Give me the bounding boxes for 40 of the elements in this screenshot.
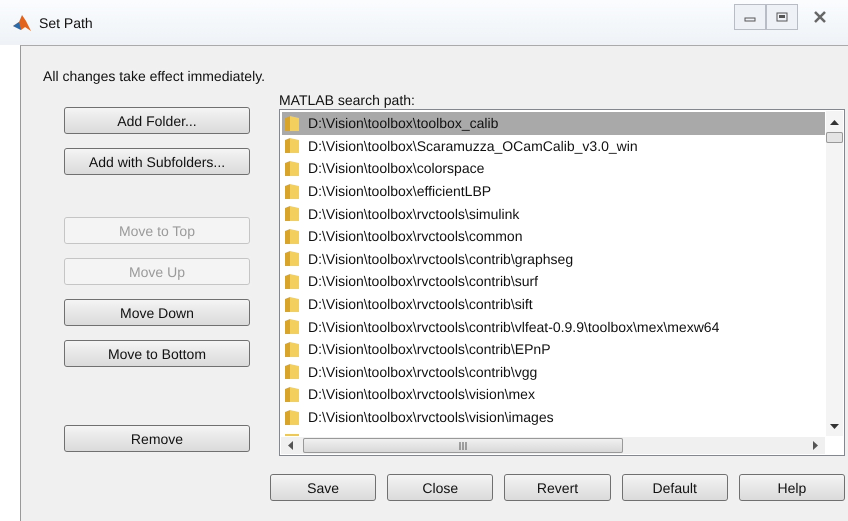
path-row[interactable]: D:\Vision\toolbox\rvctools\contrib\surf — [282, 270, 825, 293]
vertical-scrollbar[interactable] — [826, 111, 843, 436]
grip-icon — [459, 442, 467, 450]
matlab-logo-icon — [12, 12, 32, 32]
action-button[interactable]: Add with Subfolders... — [64, 148, 250, 175]
scroll-down-icon[interactable] — [830, 424, 839, 430]
path-row[interactable]: D:\Vision\toolbox\colorspace — [282, 157, 825, 180]
path-row[interactable]: D:\Vision\toolbox\rvctools\vision\images — [282, 406, 825, 428]
action-button[interactable]: Move Down — [64, 299, 250, 326]
action-button[interactable]: Remove — [64, 425, 250, 452]
dialog-button[interactable]: Revert — [504, 474, 611, 501]
close-icon — [813, 11, 827, 23]
dialog-button[interactable]: Default — [622, 474, 728, 501]
path-row[interactable]: D:\Vision\toolbox\toolbox_calib — [282, 112, 825, 135]
window-title: Set Path — [39, 14, 93, 30]
path-row[interactable]: D:\Vision\toolbox\efficientLBP — [282, 180, 825, 202]
scroll-right-icon[interactable] — [813, 441, 819, 450]
path-row[interactable]: D:\Vision\toolbox\rvctools\contrib\EPnP — [282, 338, 825, 361]
path-row[interactable]: D:\Vision\toolbox\rvctools\simulink — [282, 202, 825, 225]
scroll-up-icon[interactable] — [830, 119, 839, 125]
path-row[interactable]: D:\Vision\toolbox\rvctools\contrib\vlfeat-0.9.9\toolbox\mex\mexw64 — [282, 315, 825, 338]
notice-text: All changes take effect immediately. — [43, 68, 266, 86]
minimize-button[interactable] — [734, 4, 766, 30]
action-button[interactable]: Move to Bottom — [64, 340, 250, 367]
path-row[interactable]: D:\Vision\toolbox\rvctools\contrib\vgg — [282, 360, 825, 384]
maximize-button[interactable] — [766, 4, 798, 30]
path-row[interactable]: D:\Vision\toolbox\rvctools\contrib\graphseg — [282, 248, 825, 270]
list-label: MATLAB search path: — [279, 92, 416, 109]
path-row[interactable]: D:\Vision\toolbox\rvctools\vision\mex — [282, 383, 825, 406]
dialog-button[interactable]: Close — [387, 474, 494, 501]
dialog-button[interactable]: Help — [738, 474, 846, 501]
horizontal-scrollbar[interactable] — [281, 437, 825, 454]
maximize-icon — [776, 12, 788, 22]
scrollbar-thumb[interactable] — [826, 132, 843, 143]
scroll-left-icon[interactable] — [287, 441, 293, 450]
action-button[interactable]: Add Folder... — [64, 107, 250, 134]
path-row[interactable]: D:\Vision\toolbox\Scaramuzza_OCamCalib_v3.0_win — [282, 134, 825, 158]
path-row[interactable]: D:\Vision\toolbox\rvctools\contrib\sift — [282, 292, 825, 316]
path-row[interactable]: D:\Vision\toolbox\rvctools\common — [282, 224, 825, 248]
dialog-button[interactable]: Save — [270, 474, 376, 501]
